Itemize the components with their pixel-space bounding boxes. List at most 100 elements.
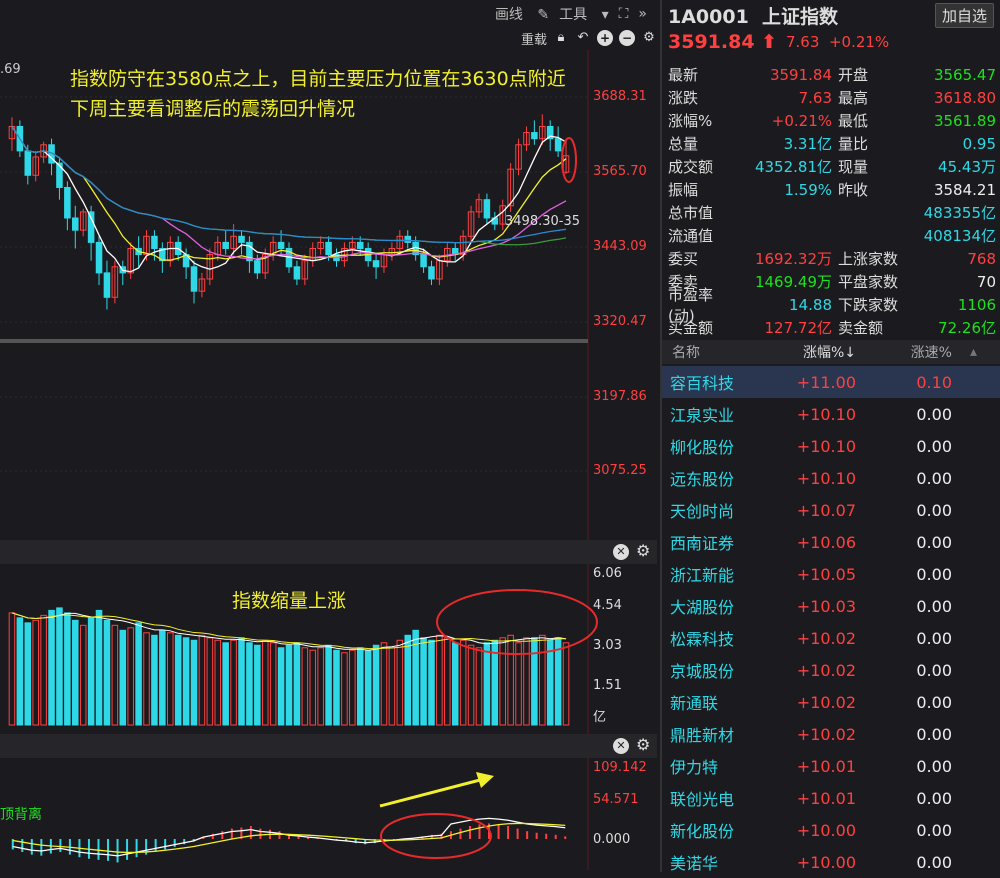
stat-value: 3618.80 <box>933 88 996 107</box>
candle-body <box>72 217 79 231</box>
stock-speed: 0.00 <box>916 756 952 776</box>
list-item[interactable]: 新通联 +10.02 0.00 <box>662 686 1000 718</box>
list-item[interactable]: 江泉实业 +10.10 0.00 <box>662 398 1000 430</box>
candle-body <box>238 235 245 243</box>
expand-right-icon[interactable]: » <box>638 6 647 22</box>
stat-row: 涨幅% +0.21% 最低 3561.89 <box>662 109 1000 132</box>
volume-bar <box>254 644 261 726</box>
volume-bar <box>404 634 412 726</box>
macd-settings-gear-icon[interactable]: ⚙ <box>636 735 650 754</box>
quote-panel: 1A0001 上证指数 加自选 3591.84 ⬆ 7.63 +0.21% 最新… <box>660 0 1000 873</box>
stat-value: 0.95 <box>962 134 996 153</box>
volume-bar <box>372 644 380 726</box>
volume-annotation: 指数缩量上涨 <box>232 590 347 612</box>
volume-bar <box>174 634 182 726</box>
undo-icon[interactable]: ↶ <box>575 30 591 46</box>
stat-label: 最新 <box>668 66 699 84</box>
volume-bar <box>159 629 166 726</box>
list-item[interactable]: 松霖科技 +10.02 0.00 <box>662 622 1000 654</box>
add-watchlist-button[interactable]: 加自选 <box>934 3 994 28</box>
candle-body <box>103 272 111 298</box>
stock-pct: +10.10 <box>796 468 856 488</box>
zoom-in-icon[interactable]: + <box>597 30 613 46</box>
volume-bar <box>364 649 372 726</box>
tools-menu[interactable]: 工具 ▾ <box>559 4 608 24</box>
stock-pct: +10.02 <box>796 692 856 712</box>
stock-pct: +10.02 <box>796 660 856 680</box>
candle-body <box>293 266 301 280</box>
stat-row: 最新 3591.84 开盘 3565.47 <box>662 63 1000 86</box>
list-item[interactable]: 天创时尚 +10.07 0.00 <box>662 494 1000 526</box>
stock-pct: +10.02 <box>796 628 856 648</box>
list-item[interactable]: 柳化股份 +10.10 0.00 <box>662 430 1000 462</box>
y-label-6: 3075.25 <box>593 463 647 478</box>
stock-pct: +11.00 <box>796 372 856 392</box>
candle-body <box>222 241 229 249</box>
stat-label: 现量 <box>838 158 869 176</box>
scroll-up-icon[interactable]: ▴ <box>970 344 977 360</box>
list-item[interactable]: 京城股份 +10.02 0.00 <box>662 654 1000 686</box>
stock-pct: +10.06 <box>796 532 856 552</box>
fullscreen-icon[interactable]: ⛶ <box>619 6 629 22</box>
list-item[interactable]: 西南证券 +10.06 0.00 <box>662 526 1000 558</box>
list-item[interactable]: 鼎胜新材 +10.02 0.00 <box>662 718 1000 750</box>
list-item[interactable]: 新化股份 +10.00 0.00 <box>662 814 1000 846</box>
stock-pct: +10.10 <box>796 436 856 456</box>
stat-value: 408134亿 <box>923 227 996 245</box>
price-change: 7.63 +0.21% <box>786 33 890 51</box>
candle-body <box>95 241 103 274</box>
stock-name: 松霖科技 <box>670 630 735 649</box>
list-item[interactable]: 浙江新能 +10.05 0.00 <box>662 558 1000 590</box>
stat-row: 市盈率(动) 14.88 下跌家数 1106 <box>662 286 1000 325</box>
stat-value: 3.31亿 <box>783 135 832 153</box>
volume-settings-gear-icon[interactable]: ⚙ <box>636 541 650 560</box>
list-item[interactable]: 联创光电 +10.01 0.00 <box>662 782 1000 814</box>
list-item[interactable]: 美诺华 +10.00 0.00 <box>662 846 1000 878</box>
vol-unit-label: 亿 <box>593 710 607 725</box>
list-item[interactable]: 大湖股份 +10.03 0.00 <box>662 590 1000 622</box>
zoom-out-icon[interactable]: − <box>619 30 635 46</box>
corner-value: .69 <box>0 62 21 77</box>
list-item[interactable]: 远东股份 +10.10 0.00 <box>662 462 1000 494</box>
lock-icon[interactable]: 🔒︎ <box>553 30 569 46</box>
list-item[interactable]: 容百科技 +11.00 0.10 <box>662 366 1000 398</box>
volume-bar <box>182 637 190 726</box>
vol-label-4: 1.51 <box>593 678 622 693</box>
header-speed[interactable]: 涨速% <box>866 342 956 362</box>
close-volume-icon[interactable]: ✕ <box>613 544 629 560</box>
settings-gear-icon[interactable]: ⚙ <box>641 30 657 46</box>
candle-body <box>428 266 435 280</box>
volume-bar <box>48 609 55 726</box>
candle-body <box>24 150 32 176</box>
stat-value: 1469.49万 <box>754 273 832 291</box>
chart-subtoolbar: 重载 🔒︎ ↶ + − ⚙ <box>521 28 657 48</box>
ma-label: 3498.30-35 <box>505 214 580 229</box>
stock-pct: +10.03 <box>796 596 856 616</box>
y-label-1: 3688.31 <box>593 89 647 104</box>
close-macd-icon[interactable]: ✕ <box>613 738 629 754</box>
stat-label: 最高 <box>838 89 869 107</box>
stock-name: 新化股份 <box>670 822 735 841</box>
volume-bar <box>135 622 142 726</box>
stock-speed: 0.00 <box>916 564 952 584</box>
vol-label-3: 3.03 <box>593 638 622 653</box>
stat-label: 最低 <box>838 112 869 130</box>
stock-name: 伊力特 <box>670 758 719 777</box>
header-name[interactable]: 名称 <box>662 342 762 362</box>
header-pct[interactable]: 涨幅%↓ <box>762 342 866 362</box>
volume-bar <box>451 642 459 726</box>
draw-menu[interactable]: 画线 ✎ <box>495 4 549 24</box>
volume-bar <box>72 619 79 726</box>
stat-label: 成交额 <box>668 158 714 176</box>
stat-value: +0.21% <box>771 111 832 130</box>
volume-bar <box>531 637 538 726</box>
stat-label: 涨幅% <box>668 112 713 130</box>
stat-value: 3565.47 <box>933 65 996 84</box>
index-title: 1A0001 上证指数 <box>668 6 839 28</box>
list-item[interactable]: 伊力特 +10.01 0.00 <box>662 750 1000 782</box>
reload-button[interactable]: 重载 <box>521 29 547 48</box>
volume-bar <box>64 612 71 726</box>
stat-row: 委买 1692.32万 上涨家数 768 <box>662 247 1000 270</box>
stock-pct: +10.05 <box>796 564 856 584</box>
stat-label: 下跌家数 <box>838 296 899 314</box>
